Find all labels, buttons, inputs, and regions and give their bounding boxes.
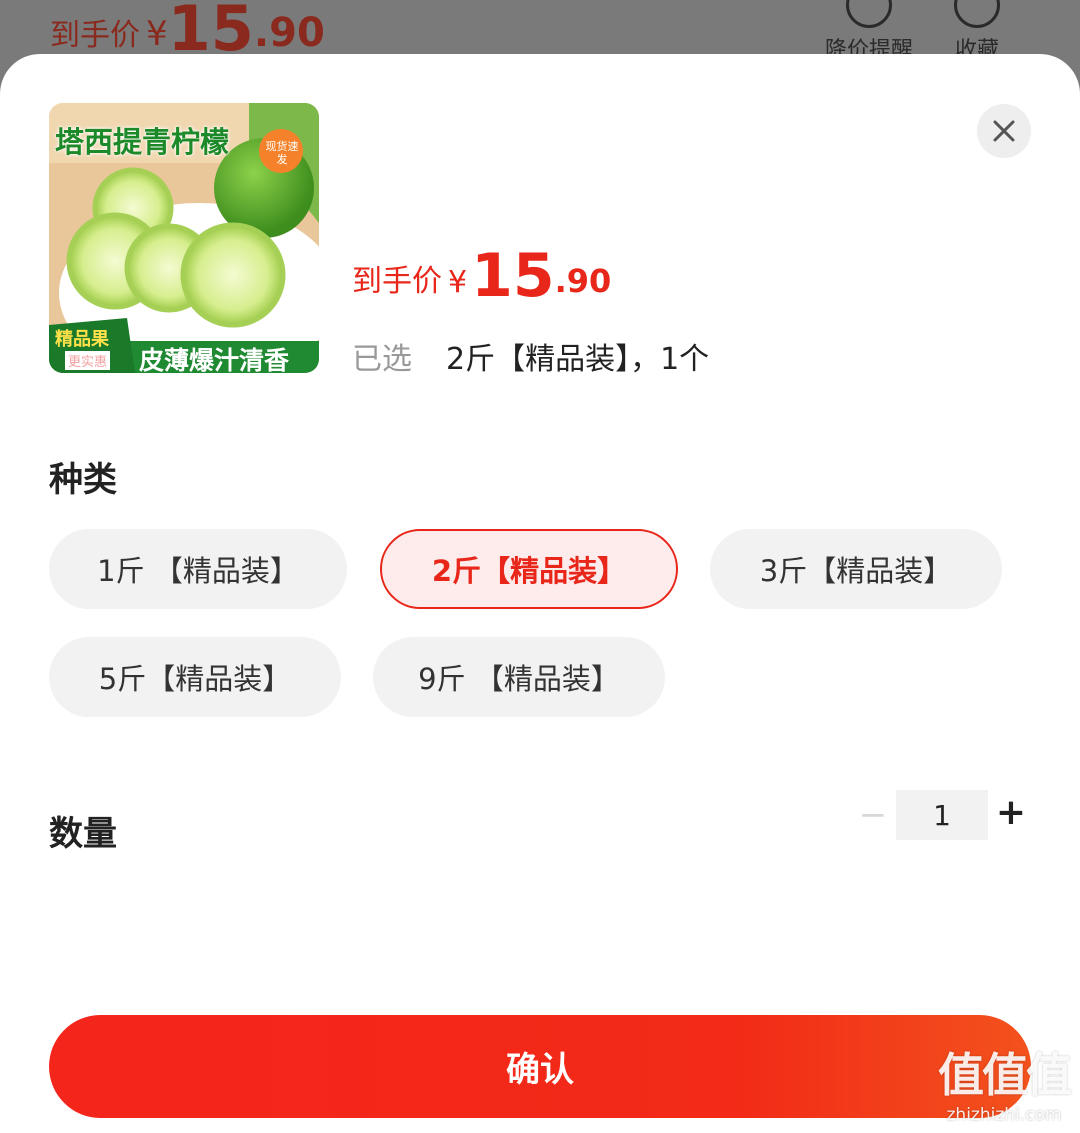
product-thumbnail: 塔西提青柠檬 现货速发 精品果 更实惠 皮薄爆汁清香 xyxy=(49,103,319,373)
image-corner-tag: 精品果 xyxy=(55,329,109,350)
selected-summary: 已选 2斤【精品装】，1个 xyxy=(352,334,709,378)
price-label: 到手价 xyxy=(352,264,442,299)
quantity-value[interactable]: 1 xyxy=(896,790,988,840)
close-icon xyxy=(993,120,1015,142)
background-price: 到手价 ¥ 15 .90 xyxy=(50,0,325,65)
variety-option-label: 9斤 【精品装】 xyxy=(418,662,620,696)
image-corner-sub: 更实惠 xyxy=(65,351,111,370)
price-decimal: .90 xyxy=(554,262,612,300)
product-price: 到手价 ¥ 15 .90 xyxy=(352,236,611,306)
price-alert-icon xyxy=(846,0,892,28)
variety-option-9jin[interactable]: 9斤 【精品装】 xyxy=(373,637,665,717)
sku-selector-sheet: 塔西提青柠檬 现货速发 精品果 更实惠 皮薄爆汁清香 到手价 ¥ 15 .90 … xyxy=(0,54,1080,1133)
favorite-icon xyxy=(954,0,1000,28)
watermark-url: zhizhizhi.com xyxy=(946,1105,1062,1125)
watermark: 值值值 zhizhizhi.com xyxy=(938,1039,1072,1125)
close-button[interactable] xyxy=(977,104,1031,158)
image-title-text: 塔西提青柠檬 xyxy=(55,125,230,159)
variety-option-3jin[interactable]: 3斤【精品装】 xyxy=(710,529,1002,609)
variety-option-label: 1斤 【精品装】 xyxy=(97,554,299,588)
quantity-stepper: − 1 + xyxy=(858,790,1028,840)
price-currency: ¥ xyxy=(448,265,468,300)
confirm-label: 确认 xyxy=(506,1050,574,1090)
variety-option-label: 5斤【精品装】 xyxy=(98,662,292,696)
background-price-dec: .90 xyxy=(253,10,325,56)
variety-title: 种类 xyxy=(49,460,117,500)
variety-option-label: 3斤【精品装】 xyxy=(759,554,953,588)
image-slogan: 皮薄爆汁清香 xyxy=(139,346,290,373)
variety-option-5jin[interactable]: 5斤【精品装】 xyxy=(49,637,341,717)
quantity-increase-button[interactable]: + xyxy=(996,790,1026,834)
background-price-int: 15 xyxy=(167,0,254,65)
quantity-title: 数量 xyxy=(49,814,117,854)
confirm-button[interactable]: 确认 xyxy=(49,1015,1031,1118)
selected-label: 已选 xyxy=(352,342,412,377)
watermark-logo: 值值值 xyxy=(938,1048,1072,1102)
variety-option-2jin[interactable]: 2斤【精品装】 xyxy=(380,529,678,609)
variety-option-1jin[interactable]: 1斤 【精品装】 xyxy=(49,529,347,609)
quantity-decrease-button[interactable]: − xyxy=(858,790,888,840)
background-price-label: 到手价 xyxy=(50,18,140,53)
background-currency: ¥ xyxy=(146,14,168,54)
favorite-button[interactable]: 收藏 xyxy=(922,0,1032,63)
selected-value: 2斤【精品装】，1个 xyxy=(446,342,710,377)
price-alert-button[interactable]: 降价提醒 xyxy=(814,0,924,63)
image-badge-text: 现货速发 xyxy=(265,140,299,166)
price-integer: 15 xyxy=(471,241,555,311)
variety-option-label: 2斤【精品装】 xyxy=(431,554,627,588)
